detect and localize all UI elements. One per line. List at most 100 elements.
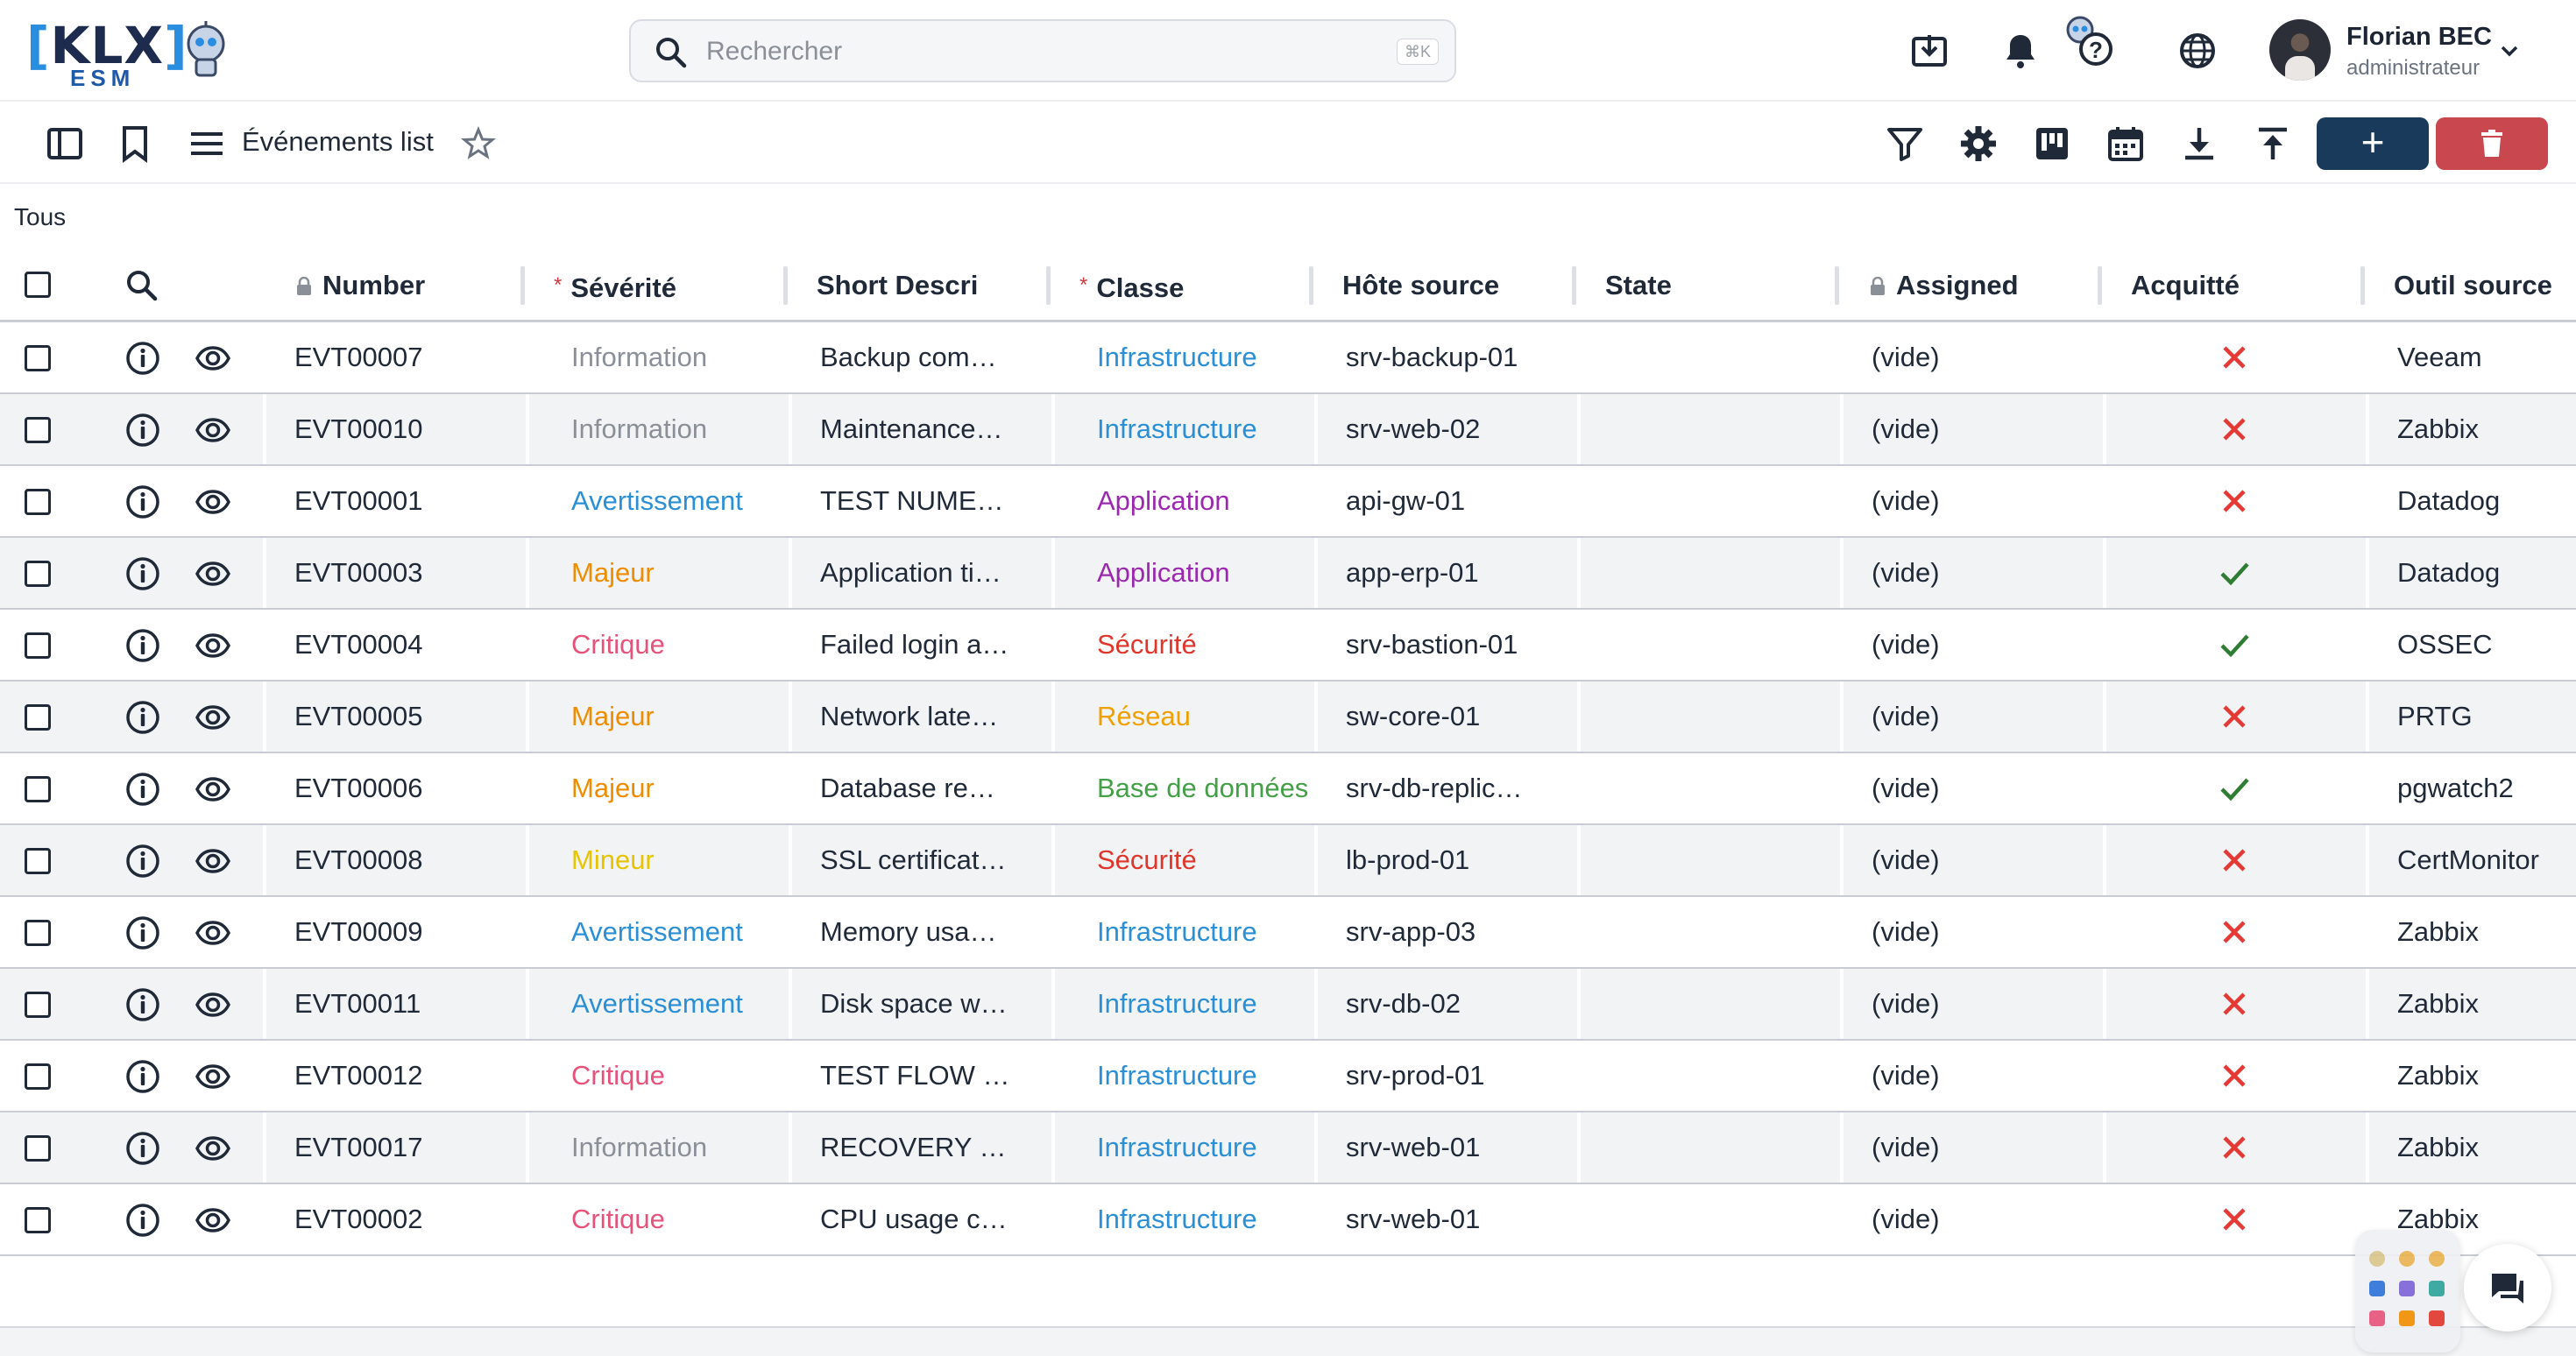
filter-scope-label[interactable]: Tous <box>14 203 66 231</box>
cell-assigned[interactable]: (vide) <box>1872 897 2082 967</box>
row-checkbox[interactable] <box>25 704 51 731</box>
cell-assigned[interactable]: (vide) <box>1872 969 2082 1039</box>
row-checkbox[interactable] <box>25 776 51 802</box>
info-icon[interactable] <box>124 1130 161 1167</box>
info-icon[interactable] <box>124 1058 161 1095</box>
column-resize-handle[interactable] <box>1835 266 1839 305</box>
cell-number[interactable]: EVT00006 <box>294 753 513 823</box>
cell-number[interactable]: EVT00011 <box>294 969 513 1039</box>
preview-eye-icon[interactable] <box>195 627 231 664</box>
table-row[interactable]: EVT00012 Critique TEST FLOW … Infrastructur… <box>0 1041 2576 1112</box>
info-icon[interactable] <box>124 699 161 736</box>
table-row[interactable]: EVT00011 Avertissement Disk space w… Infras… <box>0 969 2576 1041</box>
column-header-number[interactable]: Number <box>294 249 496 322</box>
preview-eye-icon[interactable] <box>195 412 231 448</box>
table-row[interactable]: EVT00004 Critique Failed login a… Sécurité s… <box>0 610 2576 682</box>
cell-number[interactable]: EVT00004 <box>294 610 513 680</box>
column-resize-handle[interactable] <box>783 266 788 305</box>
column-search-icon[interactable] <box>124 268 159 303</box>
info-icon[interactable] <box>124 340 161 377</box>
cell-number[interactable]: EVT00017 <box>294 1112 513 1183</box>
column-header-severity[interactable]: * Sévérité <box>554 249 755 322</box>
column-header-host[interactable]: Hôte source <box>1342 249 1544 322</box>
cell-number[interactable]: EVT00002 <box>294 1184 513 1254</box>
row-checkbox[interactable] <box>25 992 51 1018</box>
info-icon[interactable] <box>124 484 161 520</box>
column-header-short-desc[interactable]: Short Descri <box>817 249 1018 322</box>
settings-gear-icon[interactable] <box>1957 123 1999 165</box>
cell-number[interactable]: EVT00009 <box>294 897 513 967</box>
download-box-icon[interactable] <box>1908 30 1950 72</box>
column-header-assigned[interactable]: Assigned <box>1868 249 2070 322</box>
cell-number[interactable]: EVT00008 <box>294 825 513 895</box>
cell-number[interactable]: EVT00001 <box>294 466 513 536</box>
hamburger-menu-icon[interactable] <box>186 123 228 165</box>
apps-launcher-widget[interactable] <box>2355 1230 2460 1352</box>
info-icon[interactable] <box>124 986 161 1023</box>
table-row[interactable]: EVT00005 Majeur Network late… Réseau sw-core… <box>0 682 2576 753</box>
column-resize-handle[interactable] <box>1572 266 1576 305</box>
download-icon[interactable] <box>2178 123 2220 165</box>
select-all-checkbox[interactable] <box>25 272 51 298</box>
row-checkbox[interactable] <box>25 1063 51 1090</box>
favorite-star-icon[interactable] <box>457 123 499 165</box>
search-bar[interactable]: Rechercher ⌘K <box>629 19 1456 82</box>
cell-number[interactable]: EVT00003 <box>294 538 513 608</box>
preview-eye-icon[interactable] <box>195 555 231 592</box>
row-checkbox[interactable] <box>25 417 51 443</box>
preview-eye-icon[interactable] <box>195 1202 231 1239</box>
chat-button[interactable] <box>2464 1244 2551 1331</box>
cell-assigned[interactable]: (vide) <box>1872 322 2082 392</box>
info-icon[interactable] <box>124 771 161 808</box>
table-row[interactable]: EVT00007 Information Backup com… Infrastruc… <box>0 322 2576 394</box>
column-resize-handle[interactable] <box>1309 266 1313 305</box>
row-checkbox[interactable] <box>25 1135 51 1162</box>
column-header-tool[interactable]: Outil source <box>2394 249 2576 322</box>
preview-eye-icon[interactable] <box>195 843 231 879</box>
table-row[interactable]: EVT00003 Majeur Application ti… Application… <box>0 538 2576 610</box>
add-event-button[interactable]: + <box>2317 117 2429 170</box>
column-resize-handle[interactable] <box>520 266 525 305</box>
row-checkbox[interactable] <box>25 632 51 659</box>
sidebar-toggle-icon[interactable] <box>44 123 86 165</box>
preview-eye-icon[interactable] <box>195 771 231 808</box>
info-icon[interactable] <box>124 1202 161 1239</box>
row-checkbox[interactable] <box>25 345 51 371</box>
column-resize-handle[interactable] <box>2360 266 2365 305</box>
row-checkbox[interactable] <box>25 561 51 587</box>
preview-eye-icon[interactable] <box>195 1130 231 1167</box>
row-checkbox[interactable] <box>25 920 51 946</box>
cell-number[interactable]: EVT00005 <box>294 682 513 752</box>
cell-assigned[interactable]: (vide) <box>1872 1112 2082 1183</box>
cell-assigned[interactable]: (vide) <box>1872 753 2082 823</box>
column-resize-handle[interactable] <box>1046 266 1051 305</box>
info-icon[interactable] <box>124 412 161 448</box>
delete-button[interactable] <box>2436 117 2548 170</box>
cell-assigned[interactable]: (vide) <box>1872 466 2082 536</box>
column-header-class[interactable]: * Classe <box>1079 249 1281 322</box>
cell-number[interactable]: EVT00012 <box>294 1041 513 1111</box>
table-row[interactable]: EVT00002 Critique CPU usage c… Infrastructu… <box>0 1184 2576 1256</box>
klx-esm-logo[interactable]: [KLX] ESM <box>26 12 228 91</box>
filter-icon[interactable] <box>1884 123 1926 165</box>
preview-eye-icon[interactable] <box>195 986 231 1023</box>
preview-eye-icon[interactable] <box>195 340 231 377</box>
chevron-down-icon[interactable] <box>2497 39 2522 63</box>
info-icon[interactable] <box>124 843 161 879</box>
language-globe-icon[interactable] <box>2176 30 2219 72</box>
preview-eye-icon[interactable] <box>195 699 231 736</box>
table-row[interactable]: EVT00010 Information Maintenance… Infrastru… <box>0 394 2576 466</box>
notifications-bell-icon[interactable] <box>1999 30 2042 72</box>
info-icon[interactable] <box>124 627 161 664</box>
preview-eye-icon[interactable] <box>195 915 231 951</box>
table-row[interactable]: EVT00017 Information RECOVERY … Infrastruct… <box>0 1112 2576 1184</box>
table-row[interactable]: EVT00001 Avertissement TEST NUME… Applicati… <box>0 466 2576 538</box>
table-row[interactable]: EVT00009 Avertissement Memory usa… Infrastr… <box>0 897 2576 969</box>
row-checkbox[interactable] <box>25 1207 51 1233</box>
row-checkbox[interactable] <box>25 848 51 874</box>
column-header-ack[interactable]: Acquitté <box>2131 249 2332 322</box>
preview-eye-icon[interactable] <box>195 1058 231 1095</box>
cell-number[interactable]: EVT00010 <box>294 394 513 464</box>
table-row[interactable]: EVT00006 Majeur Database re… Base de donnée… <box>0 753 2576 825</box>
bookmark-icon[interactable] <box>114 123 156 165</box>
